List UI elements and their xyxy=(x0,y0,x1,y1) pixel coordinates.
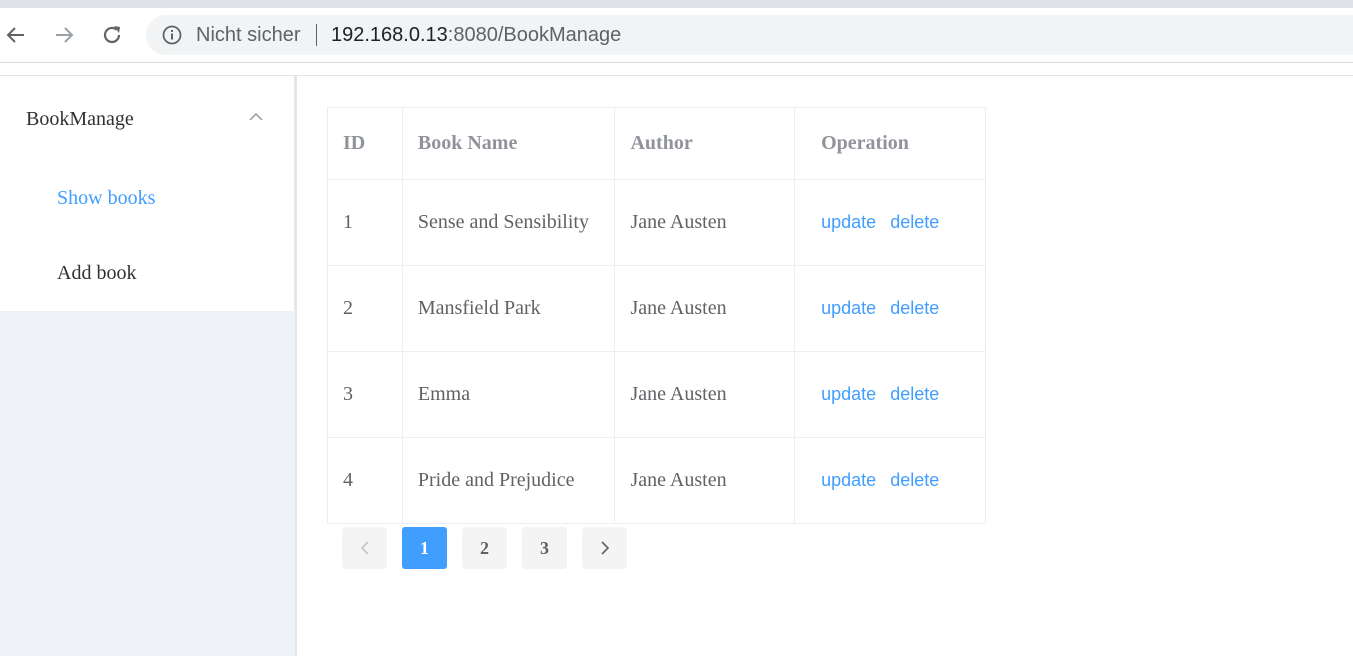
sidebar-menu: BookManage Show books Add book xyxy=(0,76,295,311)
page-button-3[interactable]: 3 xyxy=(522,527,567,569)
browser-tab-strip xyxy=(0,0,1353,8)
column-header-id: ID xyxy=(327,107,403,180)
column-header-author: Author xyxy=(614,107,796,180)
browser-toolbar: Nicht sicher 192.168.0.13:8080/BookManag… xyxy=(0,8,1353,63)
cell-author: Jane Austen xyxy=(614,179,796,266)
reload-icon xyxy=(103,26,121,44)
table-row: 2 Mansfield Park Jane Austen update delet… xyxy=(327,265,986,352)
table-row: 4 Pride and Prejudice Jane Austen update… xyxy=(327,437,986,524)
table-row: 1 Sense and Sensibility Jane Austen upda… xyxy=(327,179,986,266)
delete-button[interactable]: delete xyxy=(890,470,939,490)
table-header-row: ID Book Name Author Operation xyxy=(327,107,986,180)
update-button[interactable]: update xyxy=(821,470,876,490)
cell-id: 2 xyxy=(327,265,403,352)
sidebar: BookManage Show books Add book xyxy=(0,76,297,656)
submenu-bookmanage[interactable]: BookManage xyxy=(0,94,295,144)
reload-button[interactable] xyxy=(96,20,128,50)
prev-page-button[interactable] xyxy=(342,527,387,569)
cell-id: 4 xyxy=(327,437,403,524)
forward-button[interactable] xyxy=(48,20,80,50)
security-label: Nicht sicher xyxy=(196,24,301,46)
sidebar-item-label: Show books xyxy=(57,186,156,209)
update-button[interactable]: update xyxy=(821,298,876,318)
url-path: :8080/BookManage xyxy=(447,24,622,46)
update-button[interactable]: update xyxy=(821,384,876,404)
info-icon[interactable] xyxy=(162,25,182,45)
cell-author: Jane Austen xyxy=(614,351,796,438)
cell-operation: update delete xyxy=(794,265,986,352)
submenu-title-label: BookManage xyxy=(26,107,134,130)
sidebar-item-label: Add book xyxy=(57,261,137,284)
delete-button[interactable]: delete xyxy=(890,212,939,232)
cell-operation: update delete xyxy=(794,437,986,524)
address-separator xyxy=(316,24,317,46)
arrow-right-icon xyxy=(56,27,74,43)
page-button-1[interactable]: 1 xyxy=(402,527,447,569)
url-text[interactable]: 192.168.0.13:8080/BookManage xyxy=(331,24,621,47)
column-header-book-name: Book Name xyxy=(401,107,616,180)
page-button-2[interactable]: 2 xyxy=(462,527,507,569)
chevron-up-icon xyxy=(249,113,263,121)
url-host: 192.168.0.13 xyxy=(331,24,448,46)
books-table: ID Book Name Author Operation 1 Sense an… xyxy=(327,107,986,524)
column-header-operation: Operation xyxy=(794,107,986,180)
delete-button[interactable]: delete xyxy=(890,384,939,404)
back-button[interactable] xyxy=(0,20,32,50)
sidebar-item-add-book[interactable]: Add book xyxy=(0,248,295,298)
cell-author: Jane Austen xyxy=(614,437,796,524)
sidebar-border xyxy=(295,76,297,656)
update-button[interactable]: update xyxy=(821,212,876,232)
cell-book-name: Mansfield Park xyxy=(401,265,616,352)
next-page-button[interactable] xyxy=(582,527,627,569)
table-row: 3 Emma Jane Austen update delete xyxy=(327,351,986,438)
chevron-left-icon xyxy=(360,541,369,555)
cell-book-name: Sense and Sensibility xyxy=(401,179,616,266)
cell-id: 1 xyxy=(327,179,403,266)
cell-book-name: Pride and Prejudice xyxy=(401,437,616,524)
delete-button[interactable]: delete xyxy=(890,298,939,318)
cell-operation: update delete xyxy=(794,179,986,266)
cell-author: Jane Austen xyxy=(614,265,796,352)
cell-id: 3 xyxy=(327,351,403,438)
sidebar-item-show-books[interactable]: Show books xyxy=(0,173,295,223)
chevron-right-icon xyxy=(600,541,609,555)
cell-book-name: Emma xyxy=(401,351,616,438)
cell-operation: update delete xyxy=(794,351,986,438)
arrow-left-icon xyxy=(6,27,24,43)
address-bar[interactable]: Nicht sicher 192.168.0.13:8080/BookManag… xyxy=(146,15,1353,55)
